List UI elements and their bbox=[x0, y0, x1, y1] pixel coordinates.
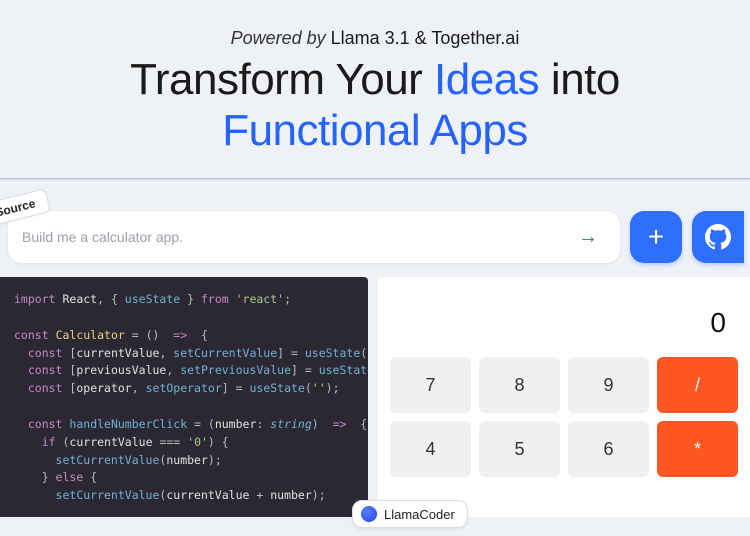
llamacoder-label: LlamaCoder bbox=[384, 507, 455, 522]
workspace: import React, { useState } from 'react';… bbox=[0, 277, 750, 517]
powered-rest: Llama 3.1 & Together.ai bbox=[326, 28, 520, 48]
prompt-input[interactable] bbox=[22, 229, 570, 245]
llamacoder-logo-icon bbox=[361, 506, 377, 522]
headline-part-1a: Transform Your bbox=[130, 55, 434, 104]
plus-icon: + bbox=[648, 223, 664, 251]
calc-key-8[interactable]: 8 bbox=[479, 357, 560, 413]
headline-accent-1: Ideas bbox=[434, 55, 539, 104]
add-button[interactable]: + bbox=[630, 211, 682, 263]
calc-key-9[interactable]: 9 bbox=[568, 357, 649, 413]
calculator-keypad: 789/ 456* bbox=[390, 357, 738, 477]
submit-arrow-icon[interactable]: → bbox=[570, 222, 606, 253]
hero-divider bbox=[0, 178, 750, 181]
headline-part-1c: into bbox=[539, 55, 620, 104]
calc-key-*[interactable]: * bbox=[657, 421, 738, 477]
calc-key-6[interactable]: 6 bbox=[568, 421, 649, 477]
calc-key-4[interactable]: 4 bbox=[390, 421, 471, 477]
github-button[interactable] bbox=[692, 211, 744, 263]
calc-key-/[interactable]: / bbox=[657, 357, 738, 413]
prompt-input-wrap: → bbox=[8, 211, 620, 263]
headline-accent-2: Functional Apps bbox=[222, 106, 528, 155]
github-icon bbox=[705, 224, 731, 250]
powered-by-line: Powered by Llama 3.1 & Together.ai bbox=[0, 28, 750, 49]
code-content: import React, { useState } from 'react';… bbox=[14, 291, 354, 505]
prompt-bar: → + bbox=[8, 211, 742, 263]
powered-prefix: Powered by bbox=[231, 28, 326, 48]
calc-key-5[interactable]: 5 bbox=[479, 421, 560, 477]
calculator-display: 0 bbox=[390, 289, 738, 357]
calculator-preview: 0 789/ 456* bbox=[378, 277, 750, 517]
calc-key-7[interactable]: 7 bbox=[390, 357, 471, 413]
page-headline: Transform Your Ideas into Functional App… bbox=[0, 55, 750, 156]
llamacoder-badge[interactable]: LlamaCoder bbox=[352, 500, 468, 528]
code-editor[interactable]: import React, { useState } from 'react';… bbox=[0, 277, 368, 517]
